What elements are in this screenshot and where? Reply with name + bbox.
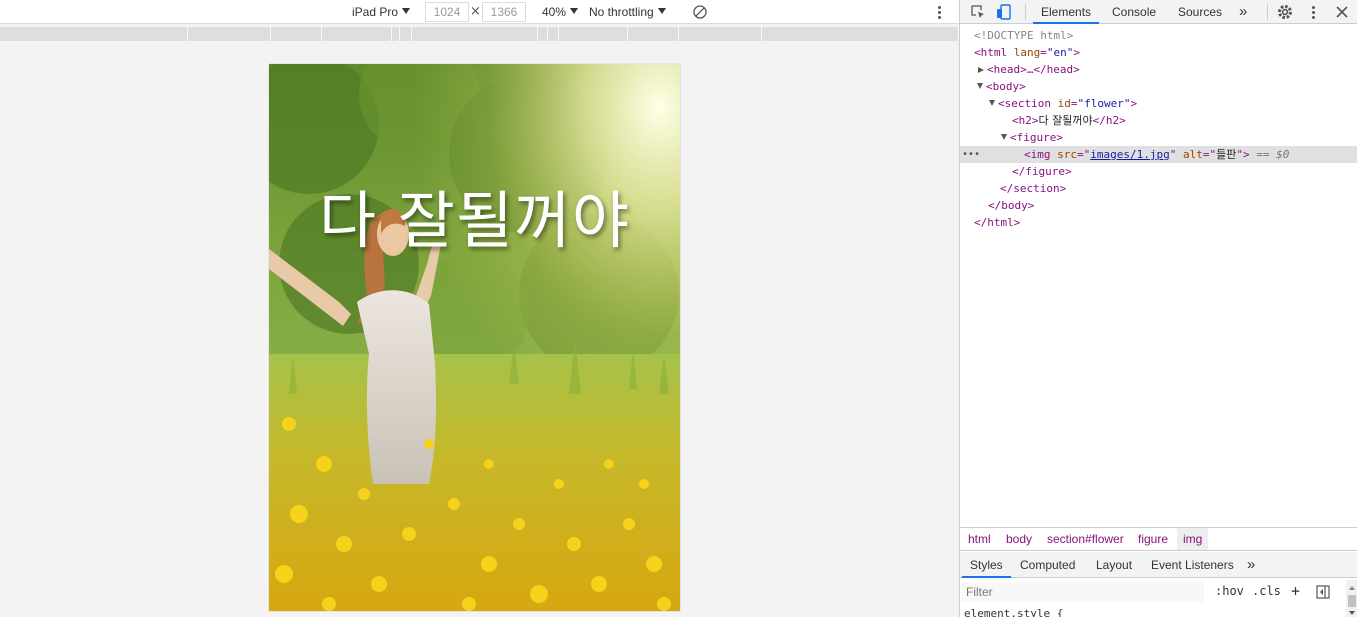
tab-computed[interactable]: Computed	[1020, 552, 1075, 578]
tab-styles[interactable]: Styles	[962, 552, 1011, 578]
meadow-photo	[269, 64, 680, 611]
throttling-value: No throttling	[589, 5, 654, 19]
height-input[interactable]: 1366	[482, 2, 526, 22]
ellipsis-icon[interactable]: •••	[962, 146, 980, 163]
collapse-triangle-icon[interactable]	[989, 100, 995, 106]
chevron-down-icon	[657, 8, 666, 14]
device-name: iPad Pro	[352, 5, 399, 19]
page-heading: 다 잘될꺼야	[319, 184, 630, 257]
more-options-icon[interactable]	[1309, 4, 1319, 20]
chevron-down-icon	[402, 8, 411, 14]
tree-line-figure[interactable]: <figure>	[960, 129, 1357, 146]
element-style-rule: element.style {	[964, 607, 1064, 617]
device-screen: 다 잘될꺼야	[269, 64, 680, 611]
tree-line-section[interactable]: <section id="flower">	[960, 95, 1357, 112]
zoom-select[interactable]: 40%	[542, 4, 579, 20]
tab-elements[interactable]: Elements	[1033, 0, 1100, 24]
img-src-link[interactable]: images/1.jpg	[1090, 148, 1169, 161]
new-rule-icon[interactable]: +	[1291, 582, 1300, 600]
tab-sources[interactable]: Sources	[1178, 0, 1222, 24]
tree-line-figure-close[interactable]: </figure>	[960, 163, 1357, 180]
breadcrumb: html body section#flower figure img	[960, 527, 1357, 551]
dimension-separator: ×	[470, 4, 481, 19]
breadcrumb-img[interactable]: img	[1177, 528, 1209, 550]
more-options-icon[interactable]	[935, 4, 945, 20]
styles-scrollbar[interactable]	[1346, 580, 1357, 617]
class-toggle[interactable]: .cls	[1252, 584, 1281, 598]
tree-line-body[interactable]: <body>	[960, 78, 1357, 95]
gear-icon[interactable]	[1276, 3, 1294, 21]
toggle-sidebar-icon[interactable]	[1316, 585, 1330, 599]
width-input[interactable]: 1024	[425, 2, 469, 22]
tab-console[interactable]: Console	[1112, 0, 1156, 24]
device-viewport-pane: iPad Pro 1024 × 1366 40% No throttling 다…	[0, 0, 959, 617]
tree-line-body-close[interactable]: </body>	[960, 197, 1357, 214]
dom-tree: <!DOCTYPE html> <html lang="en"> <head>……	[960, 27, 1357, 527]
tree-line-img-selected[interactable]: ••• <img src="images/1.jpg" alt="들판"> ==…	[960, 146, 1357, 163]
zoom-value: 40%	[542, 5, 567, 19]
tab-event-listeners[interactable]: Event Listeners	[1151, 552, 1234, 578]
devtools-tab-bar: Elements Console Sources »	[960, 0, 1357, 24]
tree-line-doctype[interactable]: <!DOCTYPE html>	[960, 27, 1357, 44]
hover-state-toggle[interactable]: :hov	[1215, 584, 1244, 598]
tree-line-html-close[interactable]: </html>	[960, 214, 1357, 231]
breadcrumb-html[interactable]: html	[962, 528, 997, 550]
breadcrumb-section[interactable]: section#flower	[1041, 528, 1130, 550]
collapse-triangle-icon[interactable]	[1001, 134, 1007, 140]
media-query-bar[interactable]	[0, 27, 959, 41]
throttling-select[interactable]: No throttling	[589, 4, 666, 20]
expand-triangle-icon[interactable]	[978, 67, 984, 73]
breadcrumb-figure[interactable]: figure	[1132, 528, 1174, 550]
breadcrumb-body[interactable]: body	[1000, 528, 1038, 550]
styles-filter-row: :hov .cls +	[960, 580, 1346, 604]
chevron-down-icon	[570, 8, 579, 14]
tree-line-h2[interactable]: <h2>다 잘될꺼야</h2>	[960, 112, 1357, 129]
filter-input[interactable]	[962, 582, 1204, 602]
inspect-element-icon[interactable]	[969, 3, 987, 21]
rotate-icon[interactable]	[692, 4, 708, 20]
device-select[interactable]: iPad Pro	[352, 4, 411, 20]
tree-line-html[interactable]: <html lang="en">	[960, 44, 1357, 61]
close-icon[interactable]	[1333, 3, 1351, 21]
device-toggle-icon[interactable]	[995, 3, 1013, 21]
more-tabs-icon[interactable]: »	[1247, 552, 1255, 578]
more-tabs-icon[interactable]: »	[1239, 0, 1247, 24]
styles-tab-bar: Styles Computed Layout Event Listeners »	[960, 552, 1357, 578]
devtools-panel: Elements Console Sources » <!DOCTYPE htm…	[959, 0, 1357, 617]
tree-line-section-close[interactable]: </section>	[960, 180, 1357, 197]
tree-line-head[interactable]: <head>…</head>	[960, 61, 1357, 78]
tab-layout[interactable]: Layout	[1096, 552, 1132, 578]
collapse-triangle-icon[interactable]	[977, 83, 983, 89]
device-toolbar: iPad Pro 1024 × 1366 40% No throttling	[0, 0, 959, 24]
